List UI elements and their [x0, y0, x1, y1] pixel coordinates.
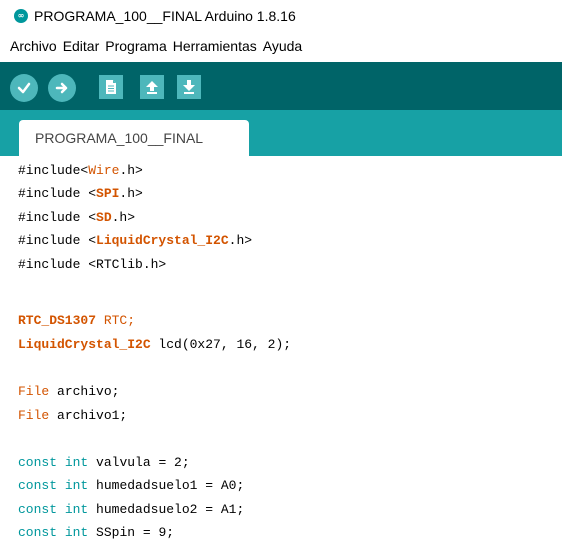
- code-line: #include <SPI.h>: [18, 186, 143, 201]
- verify-icon: [17, 82, 31, 94]
- new-icon: [106, 80, 116, 94]
- save-icon: [183, 80, 195, 94]
- open-button[interactable]: [140, 75, 164, 99]
- tab-bar: PROGRAMA_100__FINAL: [0, 110, 562, 156]
- code-line: const int valvula = 2;: [18, 455, 190, 470]
- code-line: const int humedadsuelo1 = A0;: [18, 478, 245, 493]
- code-line: LiquidCrystal_I2C lcd(0x27, 16, 2);: [18, 337, 292, 352]
- arduino-logo-icon: ∞: [14, 9, 28, 23]
- window-title: PROGRAMA_100__FINAL Arduino 1.8.16: [34, 8, 296, 24]
- open-icon: [146, 81, 158, 94]
- code-line: #include <RTClib.h>: [18, 257, 167, 272]
- menu-archivo[interactable]: Archivo: [0, 38, 60, 54]
- menu-bar: Archivo Editar Programa Herramientas Ayu…: [0, 35, 562, 57]
- code-line: RTC_DS1307 RTC;: [18, 313, 136, 328]
- menu-ayuda[interactable]: Ayuda: [260, 38, 305, 54]
- code-line: const int humedadsuelo2 = A1;: [18, 502, 245, 517]
- upload-icon: [55, 82, 68, 94]
- code-line: #include<Wire.h>: [18, 163, 143, 178]
- verify-button[interactable]: [10, 74, 38, 102]
- menu-editar[interactable]: Editar: [60, 38, 103, 54]
- title-bar: ∞ PROGRAMA_100__FINAL Arduino 1.8.16: [0, 0, 562, 32]
- menu-herramientas[interactable]: Herramientas: [170, 38, 260, 54]
- menu-programa[interactable]: Programa: [102, 38, 169, 54]
- tab-programa-100-final[interactable]: PROGRAMA_100__FINAL: [19, 120, 249, 156]
- code-line: #include <SD.h>: [18, 210, 136, 225]
- code-line: File archivo;: [18, 384, 120, 399]
- code-line: File archivo1;: [18, 408, 128, 423]
- save-button[interactable]: [177, 75, 201, 99]
- code-line: #include <LiquidCrystal_I2C.h>: [18, 233, 253, 248]
- new-button[interactable]: [99, 75, 123, 99]
- tab-label: PROGRAMA_100__FINAL: [35, 130, 204, 146]
- upload-button[interactable]: [48, 74, 76, 102]
- code-line: const int SSpin = 9;: [18, 525, 175, 540]
- toolbar: [0, 62, 562, 110]
- code-editor[interactable]: #include<Wire.h> #include <SPI.h> #inclu…: [0, 156, 562, 545]
